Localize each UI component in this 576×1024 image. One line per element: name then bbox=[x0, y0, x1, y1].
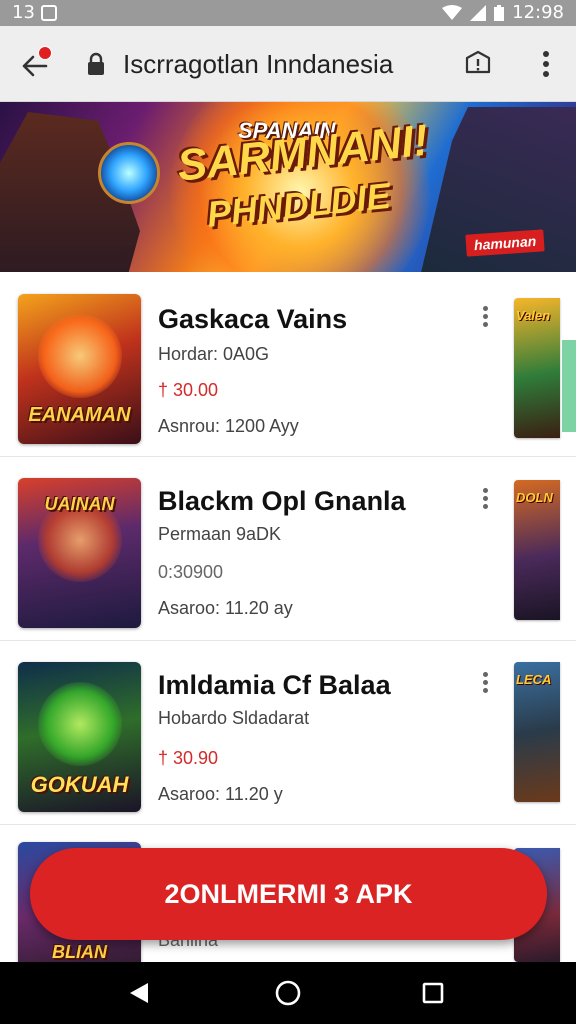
list-item[interactable]: EANAMAN Gaskaca Vains Hordar: 0A0G † 30.… bbox=[0, 276, 576, 457]
battery-icon bbox=[494, 4, 505, 21]
status-right: 12:98 bbox=[442, 2, 564, 23]
notification-shield-icon bbox=[465, 50, 491, 74]
side-thumbnail-label: LECA bbox=[516, 672, 552, 687]
thumbnail-label: BLIAN bbox=[52, 942, 107, 962]
side-thumbnail[interactable]: DOLN bbox=[514, 480, 560, 620]
item-title: Imldamia Cf Balaa bbox=[158, 670, 391, 700]
wifi-icon bbox=[442, 4, 463, 20]
item-meta: Asaroo: 11.20 ay bbox=[158, 598, 293, 618]
item-price: 0:30900 bbox=[158, 562, 224, 582]
list-item[interactable]: GOKUAH Imldamia Cf Balaa Hobardo Sldadar… bbox=[0, 644, 576, 825]
item-title: Gaskaca Vains bbox=[158, 304, 348, 334]
item-more-button[interactable] bbox=[476, 486, 494, 516]
item-meta: Asaroo: 11.20 y bbox=[158, 784, 283, 804]
item-subtitle: Hobardo Sldadarat bbox=[158, 708, 310, 728]
thumbnail-glow bbox=[38, 682, 122, 766]
scroll-indicator[interactable] bbox=[562, 340, 576, 432]
item-more-button[interactable] bbox=[476, 304, 494, 334]
nav-back-icon bbox=[130, 983, 148, 1003]
nav-recents-icon bbox=[422, 982, 444, 1004]
back-button[interactable] bbox=[18, 46, 52, 82]
item-subtitle: Hordar: 0A0G bbox=[158, 344, 270, 364]
navigation-bar bbox=[0, 962, 576, 1024]
thumbnail-glow bbox=[38, 314, 122, 398]
overflow-menu-button[interactable] bbox=[536, 48, 556, 80]
item-title: Blackm Opl Gnanla bbox=[158, 486, 406, 516]
page-title: Iscrragotlan Inndanesia bbox=[123, 49, 394, 79]
status-left: 13 bbox=[12, 2, 57, 23]
nav-recents-button[interactable] bbox=[418, 978, 448, 1008]
lock-icon bbox=[88, 52, 104, 75]
item-more-button[interactable] bbox=[476, 670, 494, 700]
nav-home-button[interactable] bbox=[273, 978, 303, 1008]
game-thumbnail[interactable]: EANAMAN bbox=[18, 294, 141, 444]
side-thumbnail[interactable]: Valen bbox=[514, 298, 560, 438]
game-thumbnail[interactable]: GOKUAH bbox=[18, 662, 141, 812]
status-left-text: 13 bbox=[12, 2, 35, 23]
side-thumbnail-label: DOLN bbox=[516, 490, 553, 505]
status-bar: 13 12:98 bbox=[0, 0, 576, 26]
status-time: 12:98 bbox=[512, 2, 564, 23]
item-price: † 30.90 bbox=[158, 748, 219, 768]
more-vert-icon bbox=[543, 51, 549, 77]
item-meta: Asnrou: 1200 Ayy bbox=[158, 416, 299, 436]
banner-orb-icon bbox=[98, 142, 160, 204]
nav-back-button[interactable] bbox=[124, 978, 154, 1008]
item-subtitle: Permaan 9aDK bbox=[158, 524, 282, 544]
notification-dot bbox=[38, 46, 52, 60]
notification-box-icon bbox=[40, 4, 57, 21]
list-item[interactable]: UAINAN Blackm Opl Gnanla Permaan 9aDK 0:… bbox=[0, 460, 576, 641]
app-bar: Iscrragotlan Inndanesia bbox=[0, 26, 576, 102]
game-thumbnail[interactable]: UAINAN bbox=[18, 478, 141, 628]
side-thumbnail-label: Valen bbox=[516, 308, 551, 323]
side-thumbnail[interactable]: LECA bbox=[514, 662, 560, 802]
thumbnail-label: UAINAN bbox=[44, 494, 115, 514]
thumbnail-label: EANAMAN bbox=[28, 404, 131, 426]
notification-shield-button[interactable] bbox=[462, 48, 494, 80]
signal-icon bbox=[470, 4, 487, 21]
download-apk-button[interactable]: 2ONLMERMI 3 APK bbox=[30, 848, 547, 940]
item-price: † 30.00 bbox=[158, 380, 219, 400]
nav-home-icon bbox=[275, 980, 301, 1006]
thumbnail-label: GOKUAH bbox=[30, 772, 129, 797]
